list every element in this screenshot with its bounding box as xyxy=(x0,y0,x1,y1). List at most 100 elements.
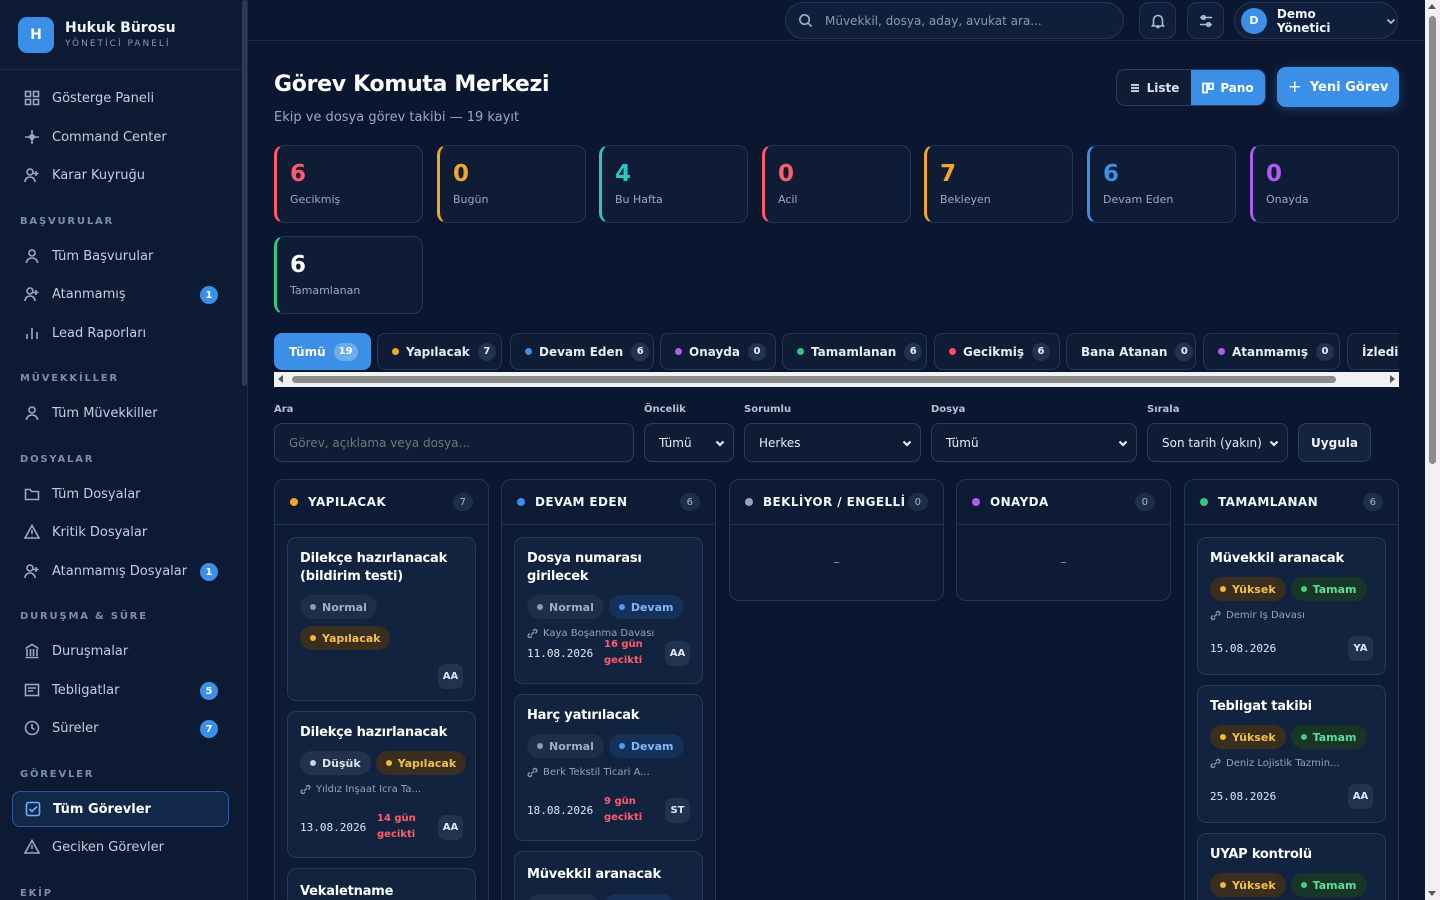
tab-completed[interactable]: Tamamlanan 6 xyxy=(782,333,927,370)
global-search-input[interactable] xyxy=(825,13,1105,28)
scroll-left-icon[interactable] xyxy=(278,375,283,383)
notifications-button[interactable] xyxy=(1139,2,1176,39)
tabs-scrollbar[interactable] xyxy=(274,372,1399,387)
crosshair-icon xyxy=(24,129,40,145)
page-scrollbar[interactable] xyxy=(1425,0,1440,900)
list-view-button[interactable]: Liste xyxy=(1117,70,1191,105)
scroll-thumb[interactable] xyxy=(292,376,1336,383)
sidebar-item-dashboard[interactable]: Gösterge Paneli xyxy=(12,80,229,116)
sidebar-item-label: Tüm Başvurular xyxy=(52,248,154,264)
sidebar-item-overdue-tasks[interactable]: Geciken Görevler xyxy=(12,829,229,865)
sidebar-item-unassigned-files[interactable]: Atanmamış Dosyalar 1 xyxy=(12,553,229,589)
tab-label: Tümü xyxy=(289,344,326,359)
sidebar-item-all-tasks[interactable]: Tüm Görevler xyxy=(12,791,229,827)
stat-today[interactable]: 0 Bugün xyxy=(437,145,586,223)
stat-label: Bekleyen xyxy=(940,193,991,206)
task-card[interactable]: Vekaletname taranacak xyxy=(287,868,476,900)
stat-urgent[interactable]: 0 Acil xyxy=(762,145,911,223)
status-dot xyxy=(392,348,399,355)
case-file[interactable]: Demir İş Davası xyxy=(1210,610,1373,621)
count-badge: 7 xyxy=(200,720,218,738)
stat-this-week[interactable]: 4 Bu Hafta xyxy=(599,145,748,223)
sort-select[interactable]: Son tarih (yakın) xyxy=(1147,423,1288,462)
sidebar-item-command-center[interactable]: Command Center xyxy=(12,119,229,155)
task-card[interactable]: Dilekçe hazırlanacak (bildirim testi) No… xyxy=(287,537,476,701)
scroll-down-icon[interactable] xyxy=(1428,891,1436,896)
sidebar-item-deadlines[interactable]: Süreler 7 xyxy=(12,710,229,746)
sidebar-item-unassigned[interactable]: Atanmamış 1 xyxy=(12,276,229,312)
due-date: 25.08.2026 xyxy=(1210,790,1277,803)
case-file[interactable]: Yıldız İnşaat İcra Ta... xyxy=(300,784,463,795)
task-card[interactable]: UYAP kontrolü Yüksek Tamam xyxy=(1197,833,1386,900)
tab-label: Onayda xyxy=(689,344,740,359)
tab-in-progress[interactable]: Devam Eden 6 xyxy=(510,333,654,370)
sidebar-item-label: Duruşmalar xyxy=(52,643,129,659)
status-dot xyxy=(949,348,956,355)
tab-overdue[interactable]: Gecikmiş 6 xyxy=(934,333,1060,370)
sidebar-item-label: Tüm Görevler xyxy=(53,801,151,817)
sidebar-item-all-files[interactable]: Tüm Dosyalar xyxy=(12,476,229,512)
sidebar-item-hearings[interactable]: Duruşmalar xyxy=(12,633,229,669)
tab-watching[interactable]: İzledi xyxy=(1347,333,1399,370)
column-title: YAPILACAK xyxy=(308,495,387,509)
link-icon xyxy=(1210,758,1221,769)
clock-icon xyxy=(24,720,40,736)
stat-value: 0 xyxy=(1266,161,1283,187)
scroll-thumb[interactable] xyxy=(1429,16,1436,464)
sidebar-item-all-applications[interactable]: Tüm Başvurular xyxy=(12,238,229,274)
task-card[interactable]: Dosya numarası girilecek Normal Devam Kay… xyxy=(514,537,703,684)
stat-approval[interactable]: 0 Onayda xyxy=(1250,145,1399,223)
task-card[interactable]: Müvekkil aranacak Yüksek Tamam Demir İş D… xyxy=(1197,537,1386,675)
sidebar-item-all-clients[interactable]: Tüm Müvekkiller xyxy=(12,395,229,431)
global-search[interactable] xyxy=(785,2,1124,39)
overdue-label: 14 gün gecikti xyxy=(377,813,416,840)
chevron-down-icon xyxy=(902,440,912,447)
tab-unassigned[interactable]: Atanmamış 0 xyxy=(1203,333,1340,370)
file-select[interactable]: Tümü xyxy=(931,423,1137,462)
stat-in-progress[interactable]: 6 Devam Eden xyxy=(1087,145,1236,223)
apply-button[interactable]: Uygula xyxy=(1298,423,1371,462)
priority-select[interactable]: Tümü xyxy=(644,423,734,462)
case-file[interactable]: Deniz Lojistik Tazmin... xyxy=(1210,758,1373,769)
scroll-up-icon[interactable] xyxy=(1428,4,1436,9)
task-search-input[interactable] xyxy=(274,423,634,462)
user-plus-icon xyxy=(24,167,40,183)
tab-label: Yapılacak xyxy=(406,344,470,359)
status-badge: Devam xyxy=(608,734,684,758)
tab-assigned-to-me[interactable]: Bana Atanan 0 xyxy=(1066,333,1196,370)
stat-pending[interactable]: 7 Bekleyen xyxy=(924,145,1073,223)
due-date: 15.08.2026 xyxy=(1210,642,1277,655)
settings-button[interactable] xyxy=(1187,2,1224,39)
tab-approval[interactable]: Onayda 0 xyxy=(660,333,776,370)
sidebar-scrollbar[interactable] xyxy=(242,0,247,386)
task-card[interactable]: Harç yatırılacak Normal Devam Berk Teksti… xyxy=(514,694,703,841)
sidebar-item-label: Atanmamış Dosyalar xyxy=(52,563,188,579)
grid-icon xyxy=(24,90,40,106)
user-menu[interactable]: D Demo Yönetici xyxy=(1234,2,1398,39)
stat-completed[interactable]: 6 Tamamlanan xyxy=(274,236,423,314)
status-badge xyxy=(604,894,674,900)
new-task-button[interactable]: + Yeni Görev xyxy=(1277,67,1399,107)
count-badge: 1 xyxy=(200,563,218,581)
case-file[interactable]: Berk Tekstil Ticari A... xyxy=(527,767,690,778)
file-filter-label: Dosya xyxy=(931,404,966,415)
brand[interactable]: H Hukuk Bürosu YÖNETİCİ PANELİ xyxy=(0,0,247,70)
sidebar-item-notifications[interactable]: Tebligatlar 5 xyxy=(12,672,229,708)
task-card[interactable]: Dilekçe hazırlanacak Düşük Yapılacak Yıld… xyxy=(287,711,476,858)
task-title: Vekaletname taranacak xyxy=(300,884,394,899)
task-card[interactable]: Müvekkil aranacak xyxy=(514,851,703,900)
sidebar-item-decision-queue[interactable]: Karar Kuyruğu xyxy=(12,157,229,193)
count-badge: 1 xyxy=(200,286,218,304)
stat-overdue[interactable]: 6 Gecikmiş xyxy=(274,145,423,223)
sidebar-item-lead-reports[interactable]: Lead Raporları xyxy=(12,315,229,351)
board-view-button[interactable]: Pano xyxy=(1191,70,1265,105)
priority-badge: Normal xyxy=(300,595,377,619)
owner-value: Herkes xyxy=(759,435,801,450)
owner-select[interactable]: Herkes xyxy=(744,423,921,462)
tab-todo[interactable]: Yapılacak 7 xyxy=(377,333,502,370)
status-dot xyxy=(290,498,298,506)
sidebar-item-critical-files[interactable]: Kritik Dosyalar xyxy=(12,514,229,550)
scroll-right-icon[interactable] xyxy=(1390,375,1395,383)
tab-all[interactable]: Tümü 19 xyxy=(274,333,371,370)
task-card[interactable]: Tebligat takibi Yüksek Tamam Deniz Lojist… xyxy=(1197,685,1386,823)
